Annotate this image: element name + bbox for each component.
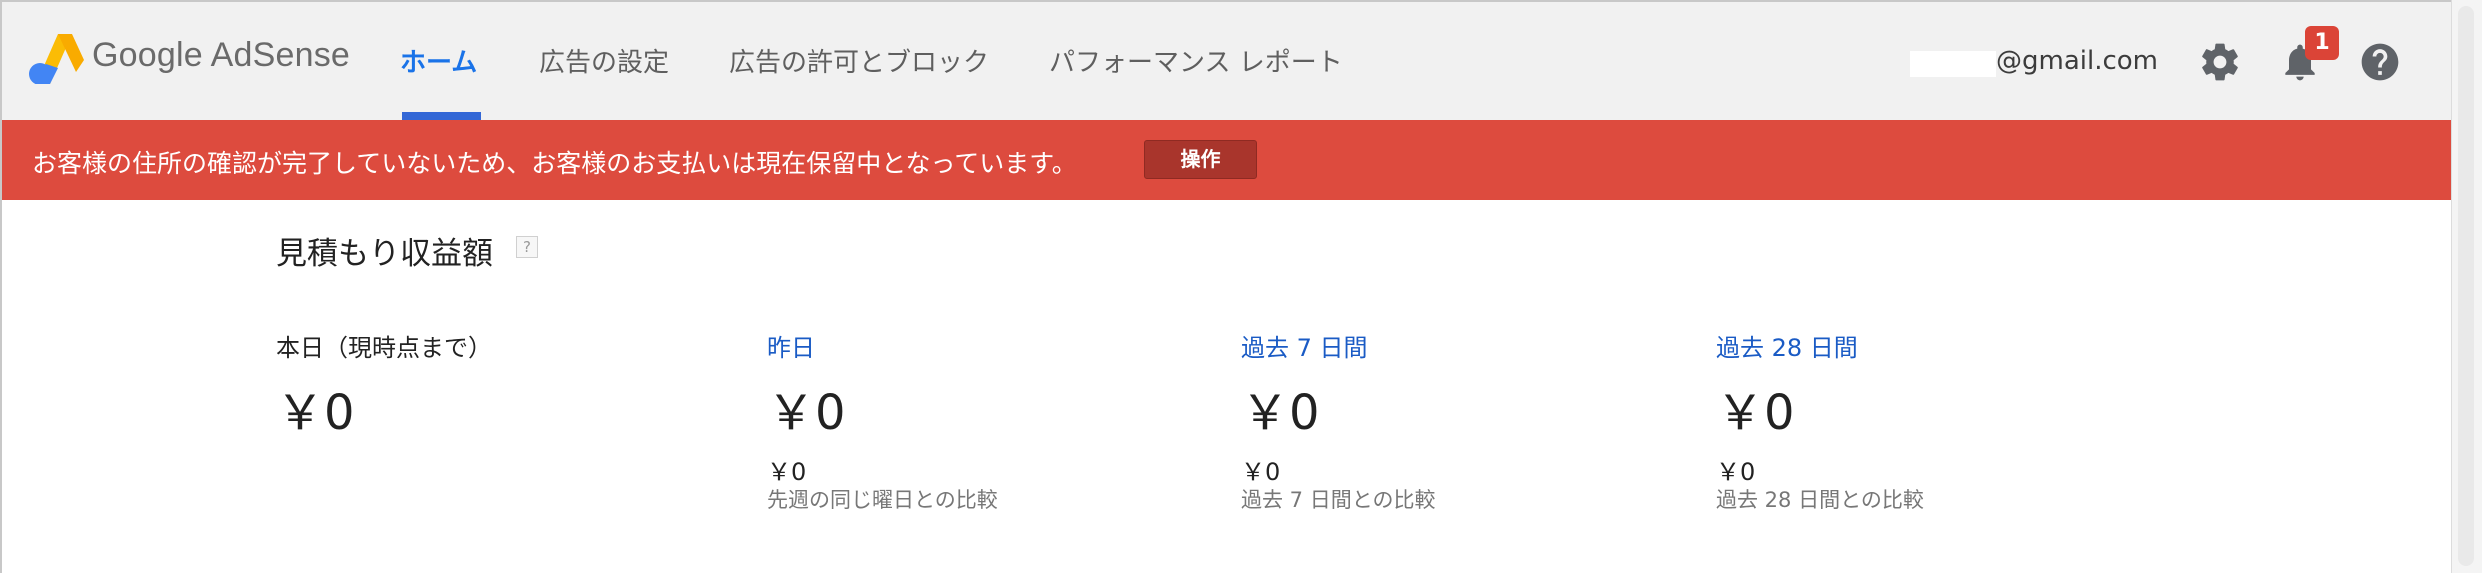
adsense-logo-icon[interactable] — [28, 34, 84, 84]
metric-comparison-note: 過去 7 日間との比較 — [1241, 488, 1436, 512]
metric-today: 本日（現時点まで） ￥0 — [276, 328, 716, 444]
metric-label-link[interactable]: 昨日 — [767, 328, 1207, 364]
account-email-text: @gmail.com — [1996, 46, 2159, 76]
earnings-help-button[interactable]: ? — [516, 236, 538, 258]
metric-comparison-value: ￥0 — [1241, 458, 1281, 486]
top-app-bar: Google AdSense ホーム 広告の設定 広告の許可とブロック パフォー… — [2, 2, 2451, 120]
scrollbar-thumb[interactable] — [2458, 6, 2474, 566]
metric-label: 本日（現時点まで） — [276, 334, 492, 362]
app-logo-text[interactable]: Google AdSense — [92, 36, 350, 75]
active-tab-indicator — [402, 112, 481, 120]
help-icon[interactable] — [2358, 40, 2402, 84]
payment-hold-alert: お客様の住所の確認が完了していないため、お客様のお支払いは現在保留中となっていま… — [2, 120, 2451, 200]
alert-message: お客様の住所の確認が完了していないため、お客様のお支払いは現在保留中となっていま… — [32, 149, 1077, 178]
metric-comparison-note: 先週の同じ曜日との比較 — [767, 488, 998, 512]
metric-comparison-value: ￥0 — [767, 458, 807, 486]
gear-icon[interactable] — [2198, 40, 2242, 84]
alert-action-button[interactable]: 操作 — [1144, 140, 1257, 179]
notification-count-badge[interactable]: 1 — [2305, 26, 2339, 60]
redacted-username — [1910, 51, 1996, 77]
metric-comparison-value: ￥0 — [1716, 458, 1756, 486]
metric-value: ￥0 — [1241, 385, 1320, 441]
metric-comparison-note: 過去 28 日間との比較 — [1716, 488, 1924, 512]
section-title-estimated-earnings: 見積もり収益額 — [276, 236, 493, 272]
metric-label-link[interactable]: 過去 7 日間 — [1241, 328, 1681, 364]
tab-performance-reports[interactable]: パフォーマンス レポート — [1049, 42, 1343, 79]
tab-allow-block-ads[interactable]: 広告の許可とブロック — [729, 42, 989, 79]
tab-ad-settings[interactable]: 広告の設定 — [539, 42, 669, 79]
metric-last-7-days: 過去 7 日間 ￥0 ￥0 過去 7 日間との比較 — [1241, 328, 1681, 514]
metric-label-link[interactable]: 過去 28 日間 — [1716, 328, 2156, 364]
tab-home[interactable]: ホーム — [400, 42, 477, 79]
metric-yesterday: 昨日 ￥0 ￥0 先週の同じ曜日との比較 — [767, 328, 1207, 514]
metric-value: ￥0 — [276, 385, 355, 441]
metric-last-28-days: 過去 28 日間 ￥0 ￥0 過去 28 日間との比較 — [1716, 328, 2156, 514]
metric-value: ￥0 — [1716, 385, 1795, 441]
metric-value: ￥0 — [767, 385, 846, 441]
